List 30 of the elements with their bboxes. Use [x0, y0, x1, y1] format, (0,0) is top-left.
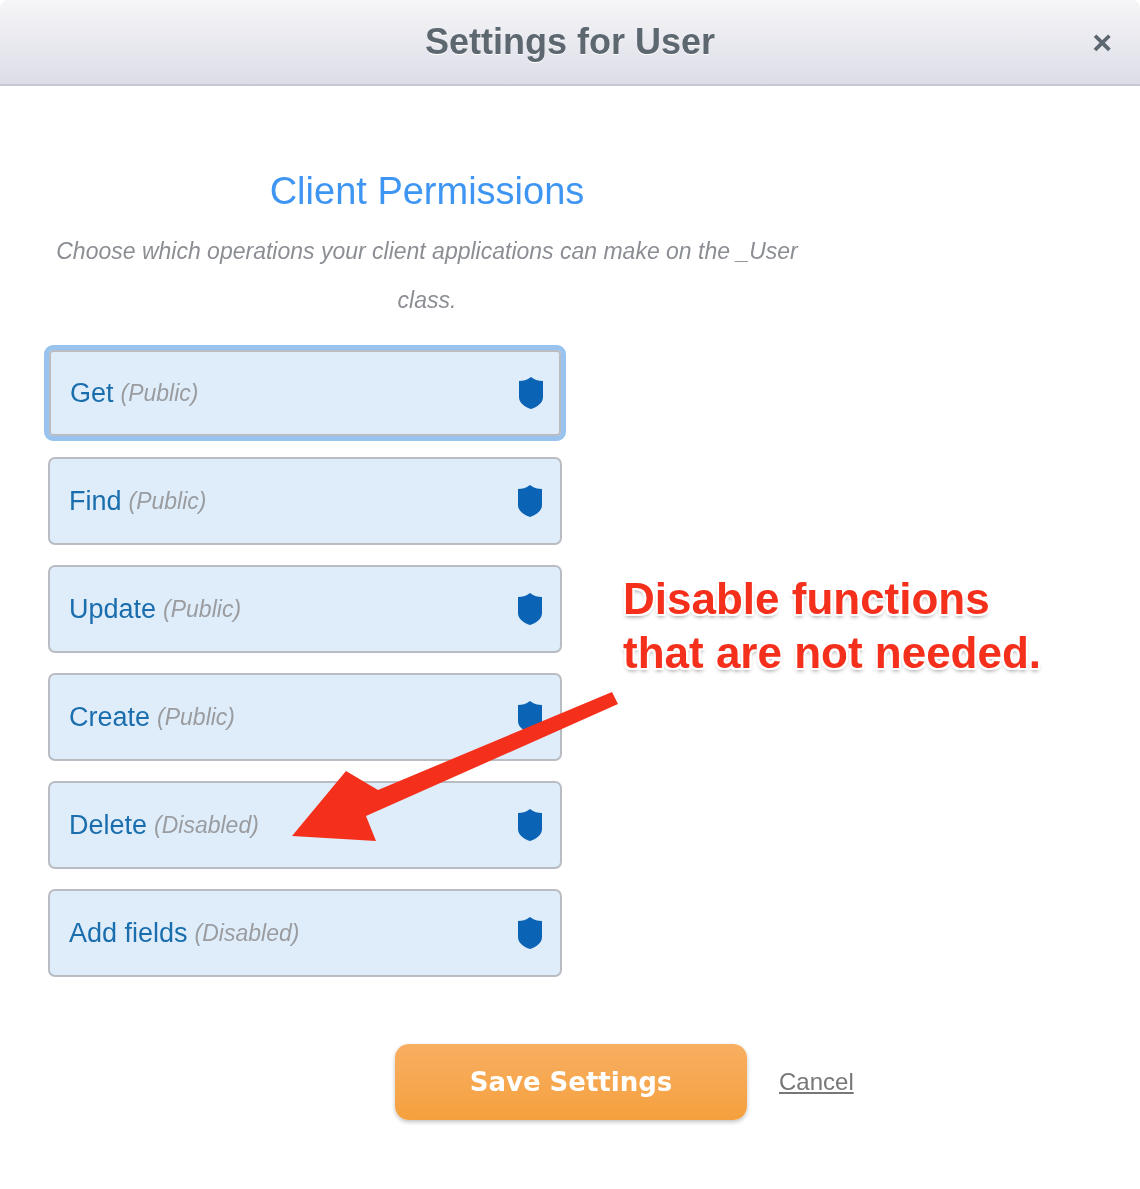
- shield-icon: [518, 809, 542, 841]
- permission-row[interactable]: Find (Public): [48, 457, 562, 545]
- shield-icon: [519, 377, 543, 409]
- permission-name: Find: [69, 485, 122, 517]
- permission-row[interactable]: Get (Public): [44, 345, 566, 441]
- permission-access: (Public): [163, 595, 243, 623]
- permission-row[interactable]: Create (Public): [48, 673, 562, 761]
- dialog-title: Settings for User: [424, 21, 716, 63]
- permission-access: (Disabled): [154, 811, 260, 839]
- shield-icon: [518, 593, 542, 625]
- section-description: Choose which operations your client applications can make on the _User class.: [55, 237, 800, 315]
- permission-access: (Public): [120, 379, 200, 407]
- annotation-text: that are not needed.: [623, 627, 1042, 679]
- permission-name: Add fields: [69, 917, 188, 949]
- permission-row[interactable]: Add fields (Disabled): [48, 889, 562, 977]
- permission-name: Get: [70, 377, 114, 409]
- shield-icon: [518, 917, 542, 949]
- permission-name: Delete: [69, 809, 148, 841]
- cancel-link[interactable]: Cancel: [779, 1068, 854, 1096]
- permission-access: (Public): [157, 703, 236, 731]
- permission-row[interactable]: Update (Public): [48, 565, 562, 653]
- permission-name: Create: [69, 701, 151, 733]
- permission-access: (Public): [128, 487, 208, 515]
- section-title: Client Permissions: [269, 170, 585, 213]
- annotation-text: Disable functions: [623, 573, 991, 625]
- permission-name: Update: [69, 593, 157, 625]
- close-button[interactable]: ×: [1092, 26, 1112, 58]
- shield-icon: [518, 485, 542, 517]
- permission-row[interactable]: Delete (Disabled): [48, 781, 562, 869]
- permission-access: (Disabled): [194, 919, 301, 947]
